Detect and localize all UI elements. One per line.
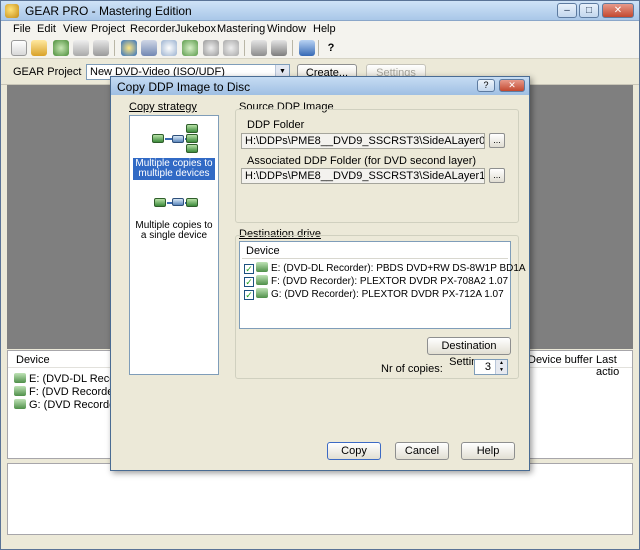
menu-window[interactable]: Window — [267, 23, 306, 35]
app-title: GEAR PRO - Mastering Edition — [25, 4, 192, 18]
menu-file[interactable]: File — [13, 23, 31, 35]
destination-device-list: Device ✓ E: (DVD-DL Recorder): PBDS DVD+R… — [239, 241, 526, 329]
menu-jukebox[interactable]: Jukebox — [175, 23, 216, 35]
toolbar-separator — [318, 40, 319, 56]
destination-device-row[interactable]: ✓ F: (DVD Recorder): PLEXTOR DVDR PX-708A… — [244, 275, 508, 288]
burn-disc-icon[interactable] — [161, 40, 177, 56]
strategy-label: Multiple copies to multiple devices — [133, 158, 215, 180]
column-last-action[interactable]: Last actio — [596, 354, 632, 378]
device-checkbox[interactable]: ✓ — [244, 264, 254, 274]
menu-view[interactable]: View — [63, 23, 87, 35]
dialog-title-bar: Copy DDP Image to Disc ? ✕ — [111, 77, 529, 95]
erase-disc-icon[interactable] — [203, 40, 219, 56]
dialog-title: Copy DDP Image to Disc — [117, 80, 251, 94]
menu-recorder[interactable]: Recorder — [130, 23, 175, 35]
open-folder-icon[interactable] — [31, 40, 47, 56]
toolbar-separator — [244, 40, 245, 56]
menu-help[interactable]: Help — [313, 23, 336, 35]
assoc-folder-field[interactable]: H:\DDPs\PME8__DVD9_SSCRST3\SideALayer1 — [241, 168, 485, 184]
verify-disc-icon[interactable] — [223, 40, 239, 56]
device-checkbox[interactable]: ✓ — [244, 277, 254, 287]
drive-icon — [256, 275, 268, 285]
app-icon — [5, 4, 19, 18]
device-column-header[interactable]: Device — [242, 244, 508, 259]
spin-up-icon[interactable]: ▲ — [496, 360, 507, 367]
nr-copies-label: Nr of copies: — [381, 363, 443, 375]
dialog-close-button[interactable]: ✕ — [499, 79, 525, 92]
copy-strategy-list: Multiple copies to multiple devices Multi… — [129, 115, 219, 375]
spin-down-icon[interactable]: ▼ — [496, 367, 507, 374]
info-icon[interactable] — [121, 40, 137, 56]
strategy-label: Multiple copies to a single device — [135, 220, 213, 241]
copy-ddp-dialog: Copy DDP Image to Disc ? ✕ Copy strategy… — [110, 76, 530, 471]
folder-gray-icon[interactable] — [73, 40, 89, 56]
new-icon[interactable] — [11, 40, 27, 56]
toolbar-separator — [114, 40, 115, 56]
assoc-folder-browse-button[interactable]: ... — [489, 168, 505, 183]
strategy-single-device[interactable]: Multiple copies to a single device — [130, 186, 218, 242]
copy-strategy-label: Copy strategy — [129, 101, 197, 113]
drive-icon — [14, 386, 26, 396]
destination-device-row[interactable]: ✓ E: (DVD-DL Recorder): PBDS DVD+RW DS-8W… — [244, 262, 526, 275]
drive-icon — [14, 373, 26, 383]
multi-device-icon — [150, 124, 198, 154]
strategy-multiple-devices[interactable]: Multiple copies to multiple devices — [130, 124, 218, 180]
context-help-icon[interactable]: ? — [323, 40, 339, 56]
menu-edit[interactable]: Edit — [37, 23, 56, 35]
close-button[interactable]: ✕ — [602, 3, 634, 18]
disc-icon[interactable] — [53, 40, 69, 56]
log-panel — [7, 463, 633, 535]
menu-project[interactable]: Project — [91, 23, 125, 35]
drive-icon[interactable] — [251, 40, 267, 56]
track-icon[interactable] — [141, 40, 157, 56]
dialog-help-button[interactable]: ? — [477, 79, 495, 92]
window-icon[interactable] — [299, 40, 315, 56]
toolbar-separator — [292, 40, 293, 56]
jukebox-icon[interactable] — [271, 40, 287, 56]
nr-copies-value: 3 — [484, 361, 491, 373]
minimize-button[interactable]: – — [557, 3, 577, 18]
destination-device-row[interactable]: ✓ G: (DVD Recorder): PLEXTOR DVDR PX-712A… — [244, 288, 504, 301]
drive-icon — [14, 399, 26, 409]
cancel-button[interactable]: Cancel — [395, 442, 449, 460]
title-bar: GEAR PRO - Mastering Edition – □ ✕ — [1, 1, 639, 21]
menu-bar: File Edit View Project Recorder Jukebox … — [1, 21, 639, 37]
assoc-folder-label: Associated DDP Folder (for DVD second la… — [247, 155, 477, 167]
ddp-folder-label: DDP Folder — [247, 119, 305, 131]
drive-icon — [256, 288, 268, 298]
column-device[interactable]: Device — [16, 354, 50, 366]
maximize-button[interactable]: □ — [579, 3, 599, 18]
toolbar: ? — [1, 37, 639, 59]
menu-mastering[interactable]: Mastering — [217, 23, 265, 35]
copy-disc-icon[interactable] — [182, 40, 198, 56]
recycle-icon[interactable] — [93, 40, 109, 56]
ddp-folder-browse-button[interactable]: ... — [489, 133, 505, 148]
device-checkbox[interactable]: ✓ — [244, 290, 254, 300]
nr-copies-stepper[interactable]: 3 ▲ ▼ — [474, 359, 508, 375]
destination-settings-button[interactable]: Destination Settings — [427, 337, 511, 368]
copy-button[interactable]: Copy — [327, 442, 381, 460]
help-button[interactable]: Help — [461, 442, 515, 460]
single-device-icon — [150, 186, 198, 216]
drive-icon — [256, 262, 268, 272]
ddp-folder-field[interactable]: H:\DDPs\PME8__DVD9_SSCRST3\SideALayer0 — [241, 133, 485, 149]
project-label: GEAR Project — [13, 66, 82, 78]
column-device-buffer[interactable]: Device buffer — [528, 354, 593, 366]
